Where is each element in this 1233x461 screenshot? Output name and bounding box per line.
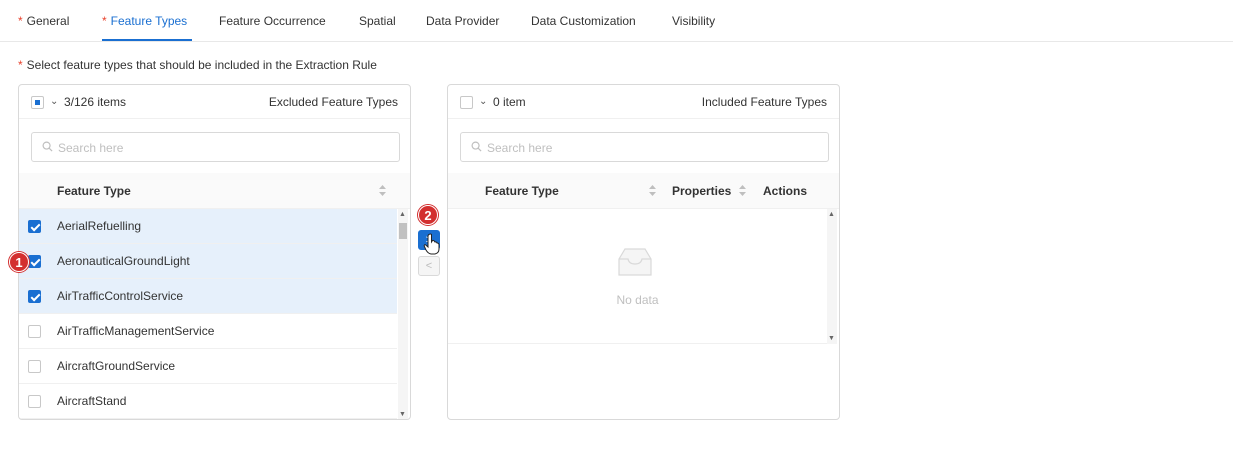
tab-feature-types[interactable]: * Feature Types — [102, 14, 187, 28]
search-icon — [42, 141, 53, 152]
row-checkbox[interactable] — [28, 290, 41, 303]
scroll-down-icon[interactable]: ▼ — [828, 335, 835, 342]
tab-bar: * General * Feature Types Feature Occurren… — [0, 0, 1233, 42]
sort-icon[interactable] — [739, 185, 746, 196]
table-row[interactable]: AircraftStand — [19, 384, 397, 419]
row-checkbox[interactable] — [28, 220, 41, 233]
instruction-text: * Select feature types that should be inc… — [18, 58, 377, 72]
sort-icon[interactable] — [649, 185, 656, 196]
inbox-icon — [618, 248, 652, 276]
column-header-properties[interactable]: Properties — [672, 184, 731, 198]
tab-label: Data Customization — [531, 14, 636, 28]
table-header: Feature Type Properties Actions — [448, 173, 839, 209]
search-input[interactable] — [487, 138, 817, 158]
tab-label: General — [26, 14, 70, 28]
feature-type-cell: AirTrafficControlService — [57, 289, 184, 303]
scroll-down-icon[interactable]: ▼ — [399, 411, 406, 418]
active-tab-indicator — [102, 39, 192, 41]
tab-label: Feature Types — [110, 14, 188, 28]
chevron-down-icon[interactable]: ⌄ — [479, 96, 487, 107]
search-box — [31, 132, 400, 162]
search-box — [460, 132, 829, 162]
select-all-checkbox[interactable] — [460, 96, 473, 109]
table-row[interactable]: AirTrafficControlService — [19, 279, 397, 314]
feature-type-cell: AircraftStand — [57, 394, 127, 408]
required-mark: * — [102, 14, 107, 28]
tab-label: Data Provider — [426, 14, 500, 28]
scroll-thumb[interactable] — [399, 223, 407, 239]
panel-header: ⌄ 0 item Included Feature Types — [448, 85, 839, 119]
column-header-feature-type[interactable]: Feature Type — [57, 184, 131, 198]
scroll-up-icon[interactable]: ▲ — [828, 211, 835, 218]
item-count: 0 item — [493, 95, 526, 109]
feature-type-cell: AerialRefuelling — [57, 219, 142, 233]
tab-data-customization[interactable]: Data Customization — [531, 14, 636, 28]
vertical-scrollbar[interactable]: ▲ ▼ — [827, 209, 837, 344]
table-row[interactable]: AeronauticalGroundLight — [19, 244, 397, 279]
table-header: Feature Type — [19, 173, 410, 209]
chevron-down-icon[interactable]: ⌄ — [50, 96, 58, 107]
vertical-scrollbar[interactable]: ▲ ▼ — [398, 209, 408, 419]
panel-header: ⌄ 3/126 items Excluded Feature Types — [19, 85, 410, 119]
search-input[interactable] — [58, 138, 388, 158]
table-row[interactable]: AircraftGroundService — [19, 349, 397, 384]
table-row[interactable]: AerialRefuelling — [19, 209, 397, 244]
select-all-checkbox[interactable] — [31, 96, 44, 109]
feature-type-cell: AirTrafficManagementService — [57, 324, 215, 338]
panel-title: Excluded Feature Types — [268, 95, 398, 109]
hand-cursor-icon — [423, 233, 440, 255]
feature-type-cell: AeronauticalGroundLight — [57, 254, 190, 268]
search-icon — [471, 141, 482, 152]
move-left-button[interactable]: < — [418, 256, 440, 276]
empty-text: No data — [616, 293, 659, 307]
row-checkbox[interactable] — [28, 360, 41, 373]
sort-icon[interactable] — [379, 185, 386, 196]
tab-data-provider[interactable]: Data Provider — [426, 14, 499, 28]
required-mark: * — [18, 58, 23, 72]
tab-spatial[interactable]: Spatial — [359, 14, 396, 28]
tab-label: Spatial — [359, 14, 396, 28]
item-count: 3/126 items — [64, 95, 127, 109]
tab-general[interactable]: * General — [18, 14, 69, 28]
tab-feature-occurrence[interactable]: Feature Occurrence — [219, 14, 326, 28]
tab-label: Feature Occurrence — [219, 14, 326, 28]
column-header-actions: Actions — [763, 184, 808, 198]
tab-visibility[interactable]: Visibility — [672, 14, 715, 28]
excluded-feature-types-panel: ⌄ 3/126 items Excluded Feature Types Fea… — [18, 84, 411, 420]
annotation-marker-1: 1 — [9, 252, 29, 272]
row-checkbox[interactable] — [28, 255, 41, 268]
scroll-up-icon[interactable]: ▲ — [399, 211, 406, 218]
column-header-feature-type[interactable]: Feature Type — [485, 184, 559, 198]
tab-label: Visibility — [672, 14, 716, 28]
feature-type-cell: AircraftGroundService — [57, 359, 176, 373]
table-row[interactable]: AirTrafficManagementService — [19, 314, 397, 349]
panel-title: Included Feature Types — [701, 95, 827, 109]
instruction-label: Select feature types that should be incl… — [26, 58, 377, 72]
annotation-marker-2: 2 — [418, 205, 438, 225]
row-checkbox[interactable] — [28, 395, 41, 408]
empty-state: No data — [448, 209, 827, 344]
required-mark: * — [18, 14, 23, 28]
table-body: AerialRefuelling AeronauticalGroundLight… — [19, 209, 410, 419]
included-feature-types-panel: ⌄ 0 item Included Feature Types Feature … — [447, 84, 840, 420]
row-checkbox[interactable] — [28, 325, 41, 338]
